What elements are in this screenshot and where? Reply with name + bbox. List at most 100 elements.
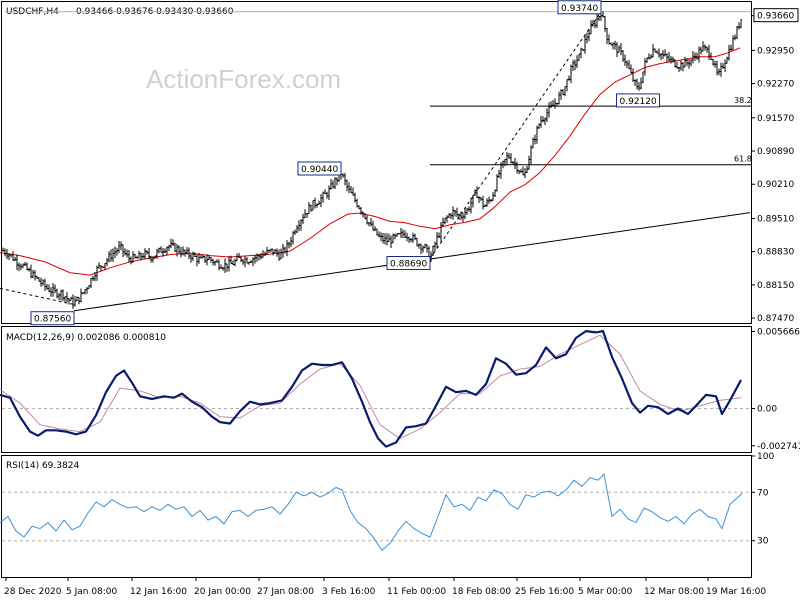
price-candle <box>546 108 548 122</box>
price-candle <box>368 222 370 227</box>
price-candle <box>200 254 202 259</box>
price-candle <box>582 48 584 52</box>
price-candle <box>130 256 132 265</box>
price-candle <box>660 53 662 60</box>
price-candle <box>608 34 610 45</box>
price-candle <box>444 217 446 225</box>
price-candle <box>678 66 680 73</box>
time-tick-label: 28 Dec 2020 <box>4 587 62 597</box>
price-candle <box>344 172 346 186</box>
price-candle <box>274 249 276 254</box>
price-candle <box>312 200 314 211</box>
price-candle <box>656 50 658 54</box>
price-candle <box>306 213 308 218</box>
price-candle <box>482 195 484 210</box>
price-candle <box>724 59 726 72</box>
price-candle <box>572 59 574 72</box>
price-candle <box>112 248 114 262</box>
price-candle <box>288 241 290 249</box>
time-axis: 28 Dec 2020 5 Jan 08:00 12 Jan 16:00 20 Jan… <box>4 577 766 597</box>
price-candle <box>222 266 224 271</box>
price-candle <box>266 246 268 255</box>
price-candle <box>386 233 388 246</box>
price-candle <box>150 255 152 263</box>
price-candle <box>692 51 694 64</box>
price-candle <box>486 198 488 207</box>
price-candle <box>228 256 230 272</box>
price-candle <box>72 294 74 309</box>
annotation-label: 0.92120 <box>620 97 657 107</box>
price-candle <box>542 116 544 123</box>
price-candle <box>682 62 684 72</box>
price-candle <box>508 153 510 160</box>
macd-main-line <box>0 330 742 448</box>
price-candle <box>42 279 44 286</box>
price-level-annotation: 0.88690 <box>386 256 431 271</box>
price-candle <box>336 177 338 186</box>
price-candle <box>568 75 570 81</box>
price-candle <box>696 52 698 61</box>
price-candle <box>280 248 282 260</box>
price-candle <box>304 209 306 219</box>
price-candle <box>622 49 624 63</box>
price-candle <box>322 191 324 203</box>
price-candle <box>36 275 38 280</box>
price-candle <box>254 254 256 264</box>
price-candle <box>286 240 288 257</box>
price-candle <box>260 252 262 260</box>
price-candle <box>492 192 494 202</box>
price-candle <box>310 204 312 212</box>
price-candle <box>398 232 400 235</box>
price-candles <box>2 11 742 309</box>
price-candle <box>354 192 356 203</box>
price-candle <box>50 287 52 297</box>
price-candle <box>628 60 630 70</box>
price-candle <box>196 254 198 267</box>
price-candle <box>210 256 212 263</box>
price-candle <box>536 125 538 144</box>
price-candle <box>580 47 582 59</box>
price-candle <box>74 296 76 307</box>
price-candle <box>650 54 652 59</box>
price-candle <box>708 44 710 60</box>
price-candle <box>166 246 168 256</box>
rsi-tick-label: 100 <box>757 452 774 462</box>
price-candle <box>170 238 172 249</box>
rsi-group: 100 70 30 <box>0 452 774 552</box>
price-candle <box>640 77 642 90</box>
price-candle <box>566 79 568 92</box>
price-candle <box>378 231 380 238</box>
price-candle <box>324 189 326 195</box>
price-candle <box>70 296 72 301</box>
price-candle <box>318 200 320 206</box>
price-candle <box>294 229 296 235</box>
price-candle <box>574 59 576 71</box>
price-candle <box>394 233 396 240</box>
price-candle <box>62 289 64 302</box>
macd-title: MACD(12,26,9) 0.002086 0.000810 <box>6 333 166 343</box>
price-candle <box>272 248 274 256</box>
price-candle <box>538 123 540 130</box>
price-candle <box>332 180 334 189</box>
price-candle <box>406 232 408 242</box>
price-candle <box>348 182 350 194</box>
price-candle <box>20 263 22 270</box>
time-tick-label: 19 Mar 16:00 <box>706 587 766 597</box>
price-candle <box>434 241 436 251</box>
price-candle <box>68 298 70 305</box>
price-candle <box>468 206 470 212</box>
price-candle <box>236 253 238 262</box>
price-candle <box>14 256 16 262</box>
price-candle <box>168 244 170 252</box>
price-candle <box>30 264 32 279</box>
price-candle <box>528 155 530 170</box>
price-candle <box>382 232 384 244</box>
annotation-label: 0.87560 <box>34 315 71 325</box>
price-candle <box>350 185 352 194</box>
price-candle <box>648 53 650 60</box>
price-candle <box>400 228 402 238</box>
macd-tick-label: 0.005666 <box>757 328 800 338</box>
price-candle <box>138 250 140 259</box>
price-candle <box>702 41 704 52</box>
time-tick-label: 12 Mar 08:00 <box>644 587 704 597</box>
